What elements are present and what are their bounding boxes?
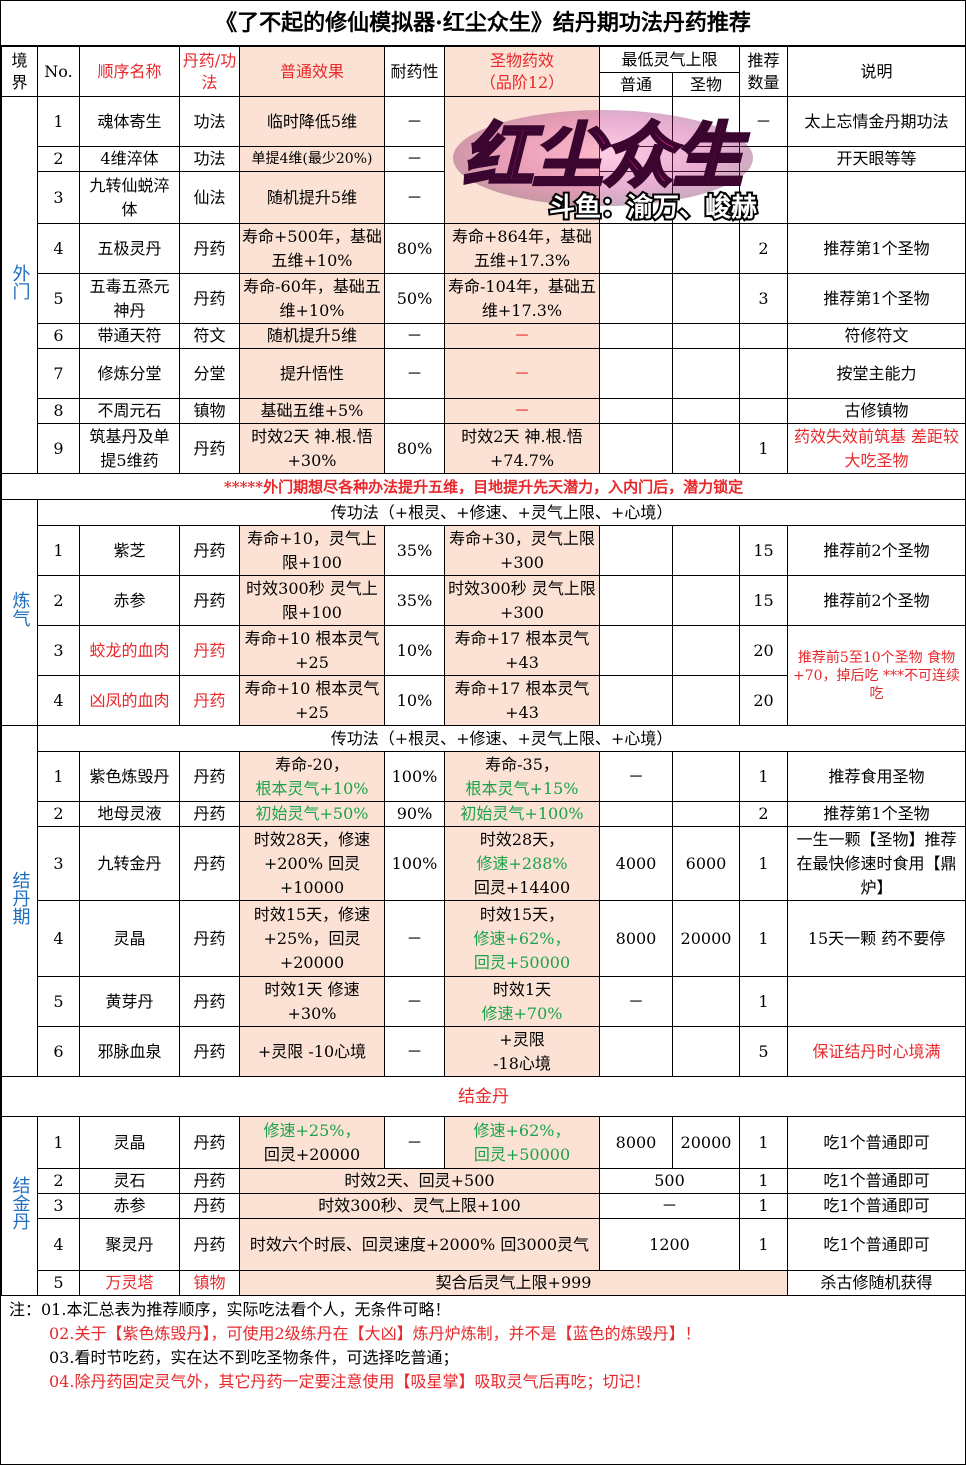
table-row: 3 九转金丹 丹药 时效28天，修速+200% 回灵+10000 100% 时效… [2,826,966,901]
header-holy: 圣物药效 （品阶12） [444,46,600,97]
table-row: 1 紫色炼毁丹 丹药 寿命-20， 根本灵气+10% 100% 寿命-35， 根本灵… [2,751,966,802]
section-title: 传功法（+根灵、+修速、+灵气上限、+心境） [36,725,966,752]
header-normal: 普通 [599,72,673,97]
table-row: 3 赤参 丹药 时效300秒、灵气上限+100 － 1 吃1个普通即可 [2,1193,966,1219]
note-line: 04.除丹药固定灵气外，其它丹药一定要注意使用【吸星掌】吸取灵气后再吃；切记！ [49,1372,651,1391]
main-table: 境界 No. 顺序名称 丹药/功法 普通效果 耐药性 圣物药效 （品阶12） 最低… [0,46,966,1296]
table-row: 4 灵晶 丹药 时效15天，修速+25%，回灵+20000 － 时效15天， 修速… [2,900,966,977]
watermark-cell [444,96,600,224]
table-row: 6 带通天符 符文 随机提升5维 － － 符修符文 [2,323,966,349]
page-title: 《了不起的修仙模拟器·红尘众生》结丹期功法丹药推荐 [1,1,965,46]
section-title: 结金丹 [0,1076,966,1117]
realm-gold: 结金丹 [1,1116,38,1296]
table-row: 4 聚灵丹 丹药 时效六个时辰、回灵速度+2000% 回3000灵气 1200 … [2,1218,966,1271]
qi-merged-note: 推荐前5至10个圣物 食物+70，掉后吃 ***不可连续吃 [787,625,966,726]
table-row: 外门 1 魂体寄生 功法 临时降低5维 － － 太上忘情金丹期功法 [1,96,966,474]
header-tolerance: 耐药性 [384,46,445,97]
realm-core: 结丹期 [1,725,38,1077]
table-row: 8 不周元石 镇物 基础五维+5% － 古修镇物 [2,398,966,424]
header-effect: 普通效果 [239,46,385,97]
outer-banner: *****外门期想尽各种办法提升五维，目地提升先天潜力，入内门后，潜力锁定 [0,473,966,500]
table-row: 2 灵石 丹药 时效2天、回灵+500 500 1 吃1个普通即可 [2,1168,966,1194]
header-min-limit: 最低灵气上限 [598,46,741,73]
table-row: 3 蛟龙的血肉 丹药 寿命+10 根本灵气+25 10% 寿命+17 根本灵气+… [2,625,966,726]
header-holy-col: 圣物 [671,72,741,97]
header-name: 顺序名称 [79,46,180,97]
table-row: 6 邪脉血泉 丹药 +灵限 -10心境 － +灵限 -18心境 5 保证结丹时心境… [2,1026,966,1077]
table-row: 5 万灵塔 镇物 契合后灵气上限+999 杀古修随机获得 [2,1270,966,1296]
header-no: No. [37,46,80,97]
table-row: 2 地母灵液 丹药 初始灵气+50% 90% 初始灵气+100% 2 推荐第1个… [2,801,966,827]
table-row: 5 五毒五烝元神丹 丹药 寿命-60年，基础五维+10% 50% 寿命-104年… [2,273,966,324]
header-type: 丹药/功法 [179,46,240,97]
note-line: 03.看时节吃药，实在达不到吃圣物条件，可选择吃普通； [49,1348,459,1367]
section-title: 传功法（+根灵、+修速、+灵气上限、+心境） [36,499,966,526]
header-count: 推荐数量 [739,46,789,97]
table-row: 5 黄芽丹 丹药 时效1天 修速+30% － 时效1天 修速+70% － 1 [2,976,966,1027]
table-row: 结金丹 1 灵晶 丹药 修速+25%， 回灵+20000 － 修速+62%， 回灵+… [1,1116,966,1296]
table-row: 2 赤参 丹药 时效300秒 灵气上限+100 35% 时效300秒 灵气上限+… [2,575,966,626]
realm-outer: 外门 [1,96,38,474]
note-line: 注：01.本汇总表为推荐顺序，实际吃法看个人，无条件可略！ [9,1300,451,1319]
table-row: 4 五极灵丹 丹药 寿命+500年，基础五维+10% 80% 寿命+864年，基… [2,223,966,274]
notes: 注：01.本汇总表为推荐顺序，实际吃法看个人，无条件可略！ 02.关于【紫色炼毁… [1,1296,965,1396]
table-row: 7 修炼分堂 分堂 提升悟性 － － 按堂主能力 [2,348,966,399]
realm-qi: 炼气 [1,499,38,726]
header-realm: 境界 [1,46,38,97]
table-row: 1 紫芝 丹药 寿命+10，灵气上限+100 35% 寿命+30，灵气上限+30… [2,525,966,576]
header-note: 说明 [787,46,966,97]
note-line: 02.关于【紫色炼毁丹】，可使用2级练丹在【大凶】炼丹炉炼制，并不是【蓝色的炼毁… [49,1324,701,1343]
sheet: 《了不起的修仙模拟器·红尘众生》结丹期功法丹药推荐 境界 No. 顺序名称 丹药… [0,0,966,1465]
table-row: 9 筑基丹及单提5维药 丹药 时效2天 神.根.悟+30% 80% 时效2天 神… [2,423,966,474]
